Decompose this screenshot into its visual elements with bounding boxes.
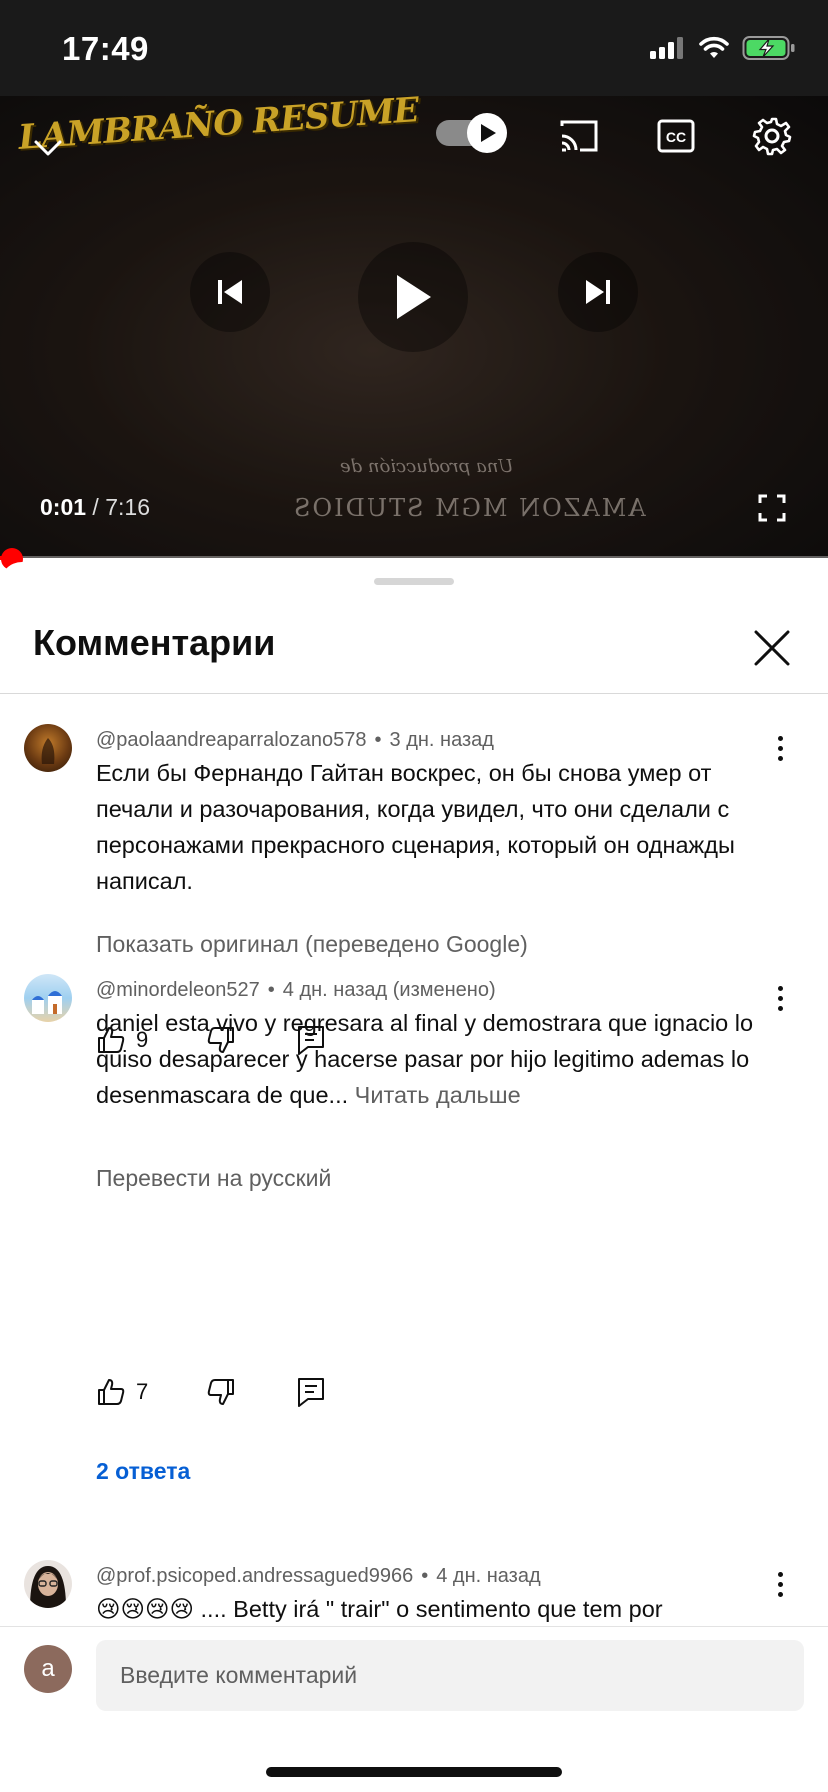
status-time: 17:49 (62, 30, 149, 67)
avatar[interactable] (24, 974, 72, 1022)
comment-text: 😢😢😢😢 .... Betty irá " trair" o sentiment… (96, 1591, 776, 1627)
cast-icon[interactable] (556, 116, 602, 156)
fullscreen-icon[interactable] (754, 490, 790, 526)
autoplay-toggle[interactable] (434, 112, 510, 154)
settings-gear-icon[interactable] (750, 114, 794, 158)
collapse-chevron-icon[interactable] (28, 128, 68, 168)
play-icon (397, 275, 431, 319)
thumbs-down-icon (208, 1379, 235, 1405)
next-icon (586, 280, 610, 304)
comment-text: Если бы Фернандо Гайтан воскрес, он бы с… (96, 760, 735, 894)
comment-author[interactable]: @paolaandreaparralozano578 (96, 729, 367, 751)
time-display: 0:01 / 7:16 (40, 494, 150, 521)
previous-icon (218, 280, 242, 304)
header-divider (0, 693, 828, 694)
comment-actions: 7 (96, 1372, 326, 1412)
home-indicator[interactable] (266, 1767, 562, 1777)
video-credit-line2: AMAZON MGM STUDIOS (292, 494, 646, 522)
comment-time: 3 дн. назад (389, 729, 494, 751)
show-original-link[interactable]: Показать оригинал (переведено Google) (96, 931, 528, 958)
svg-text:CC: CC (666, 129, 686, 145)
like-count: 7 (136, 1379, 149, 1404)
comment-meta: @minordeleon527 • 4 дн. назад (изменено) (96, 979, 496, 1001)
comment-meta: @prof.psicoped.andressagued9966 • 4 дн. на… (96, 1565, 541, 1587)
close-icon[interactable] (746, 622, 798, 674)
comments-title: Комментарии (33, 622, 276, 663)
previous-button[interactable] (190, 252, 270, 332)
thumbs-up-icon (98, 1379, 125, 1405)
wifi-icon (699, 36, 729, 58)
comment-emoji: 😢😢😢😢 (96, 1596, 194, 1622)
time-separator: / (86, 494, 106, 520)
comment-text: daniel esta vivo y regresara al final y … (96, 1005, 776, 1113)
current-time: 0:01 (40, 494, 87, 520)
reply-icon (298, 1378, 325, 1407)
comments-panel: Комментарии @paolaandreaparralozano578 • 3… (0, 562, 828, 1792)
comment-body: .... Betty irá " trair" o sentimento que… (194, 1596, 663, 1622)
dislike-button[interactable] (206, 1377, 236, 1407)
video-duration: 7:16 (105, 494, 150, 520)
comment-input[interactable]: Введите комментарий (96, 1640, 804, 1711)
comment-author[interactable]: @minordeleon527 (96, 979, 260, 1001)
avatar[interactable] (24, 724, 72, 772)
play-button[interactable] (358, 242, 468, 352)
read-more-link[interactable]: Читать дальше (355, 1082, 521, 1108)
video-player[interactable]: LAMBRAÑO RESUME CC Una producción de AMA… (0, 96, 828, 558)
view-replies-link[interactable]: 2 ответа (96, 1458, 190, 1485)
status-bar: 17:49 (0, 0, 828, 96)
progress-bar[interactable] (0, 556, 828, 560)
translate-link[interactable]: Перевести на русский (96, 1165, 331, 1192)
current-user-avatar[interactable]: a (24, 1645, 72, 1693)
drag-handle[interactable] (374, 578, 454, 585)
avatar[interactable] (24, 1560, 72, 1608)
video-credit-line1: Una producción de (340, 456, 514, 477)
status-icons (650, 34, 796, 62)
cellular-signal-icon (650, 37, 683, 59)
comment-composer: a Введите комментарий (0, 1626, 828, 1792)
battery-charging-icon (742, 36, 795, 60)
captions-icon[interactable]: CC (654, 116, 698, 156)
comment-time: 4 дн. назад (изменено) (282, 979, 496, 1001)
comment-author[interactable]: @prof.psicoped.andressagued9966 (96, 1565, 413, 1587)
comment-time: 4 дн. назад (436, 1565, 541, 1587)
next-button[interactable] (558, 252, 638, 332)
reply-button[interactable] (296, 1376, 326, 1408)
like-button[interactable]: 7 (96, 1377, 148, 1407)
comment-meta: @paolaandreaparralozano578 • 3 дн. назад (96, 729, 494, 751)
